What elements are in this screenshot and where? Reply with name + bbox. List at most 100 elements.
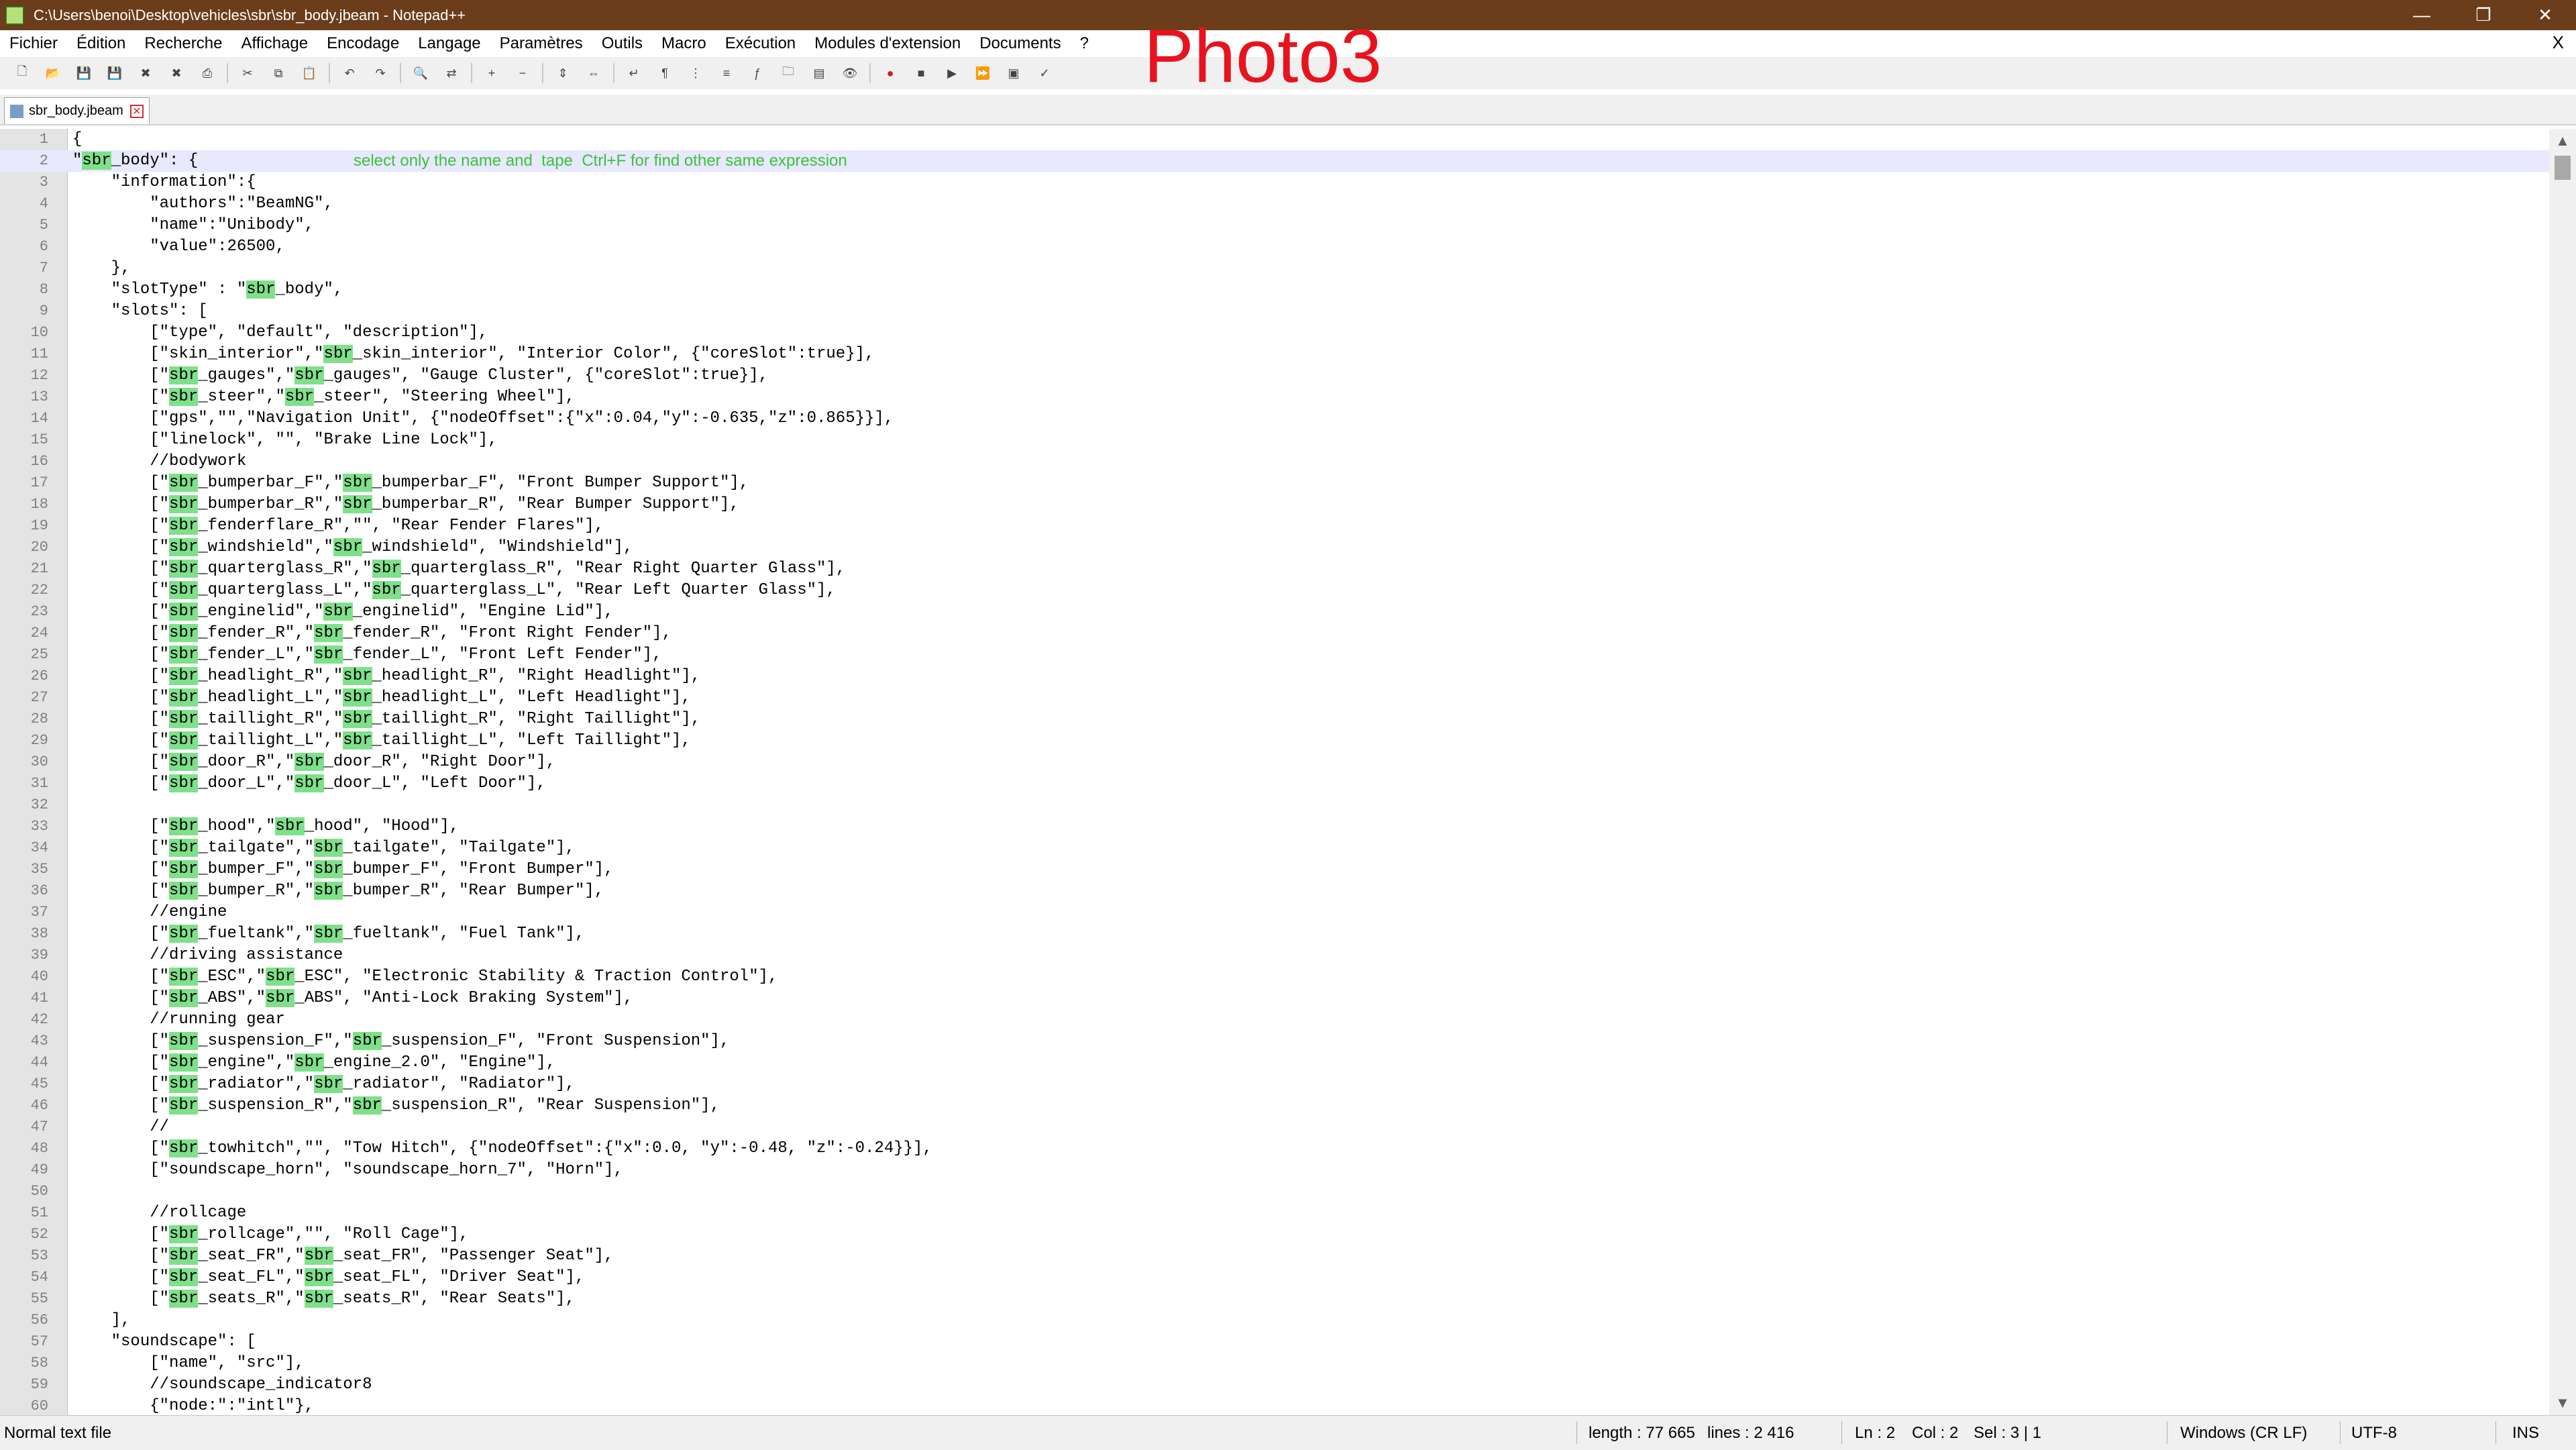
print-icon[interactable]: ⎙ [197,63,217,83]
code-line[interactable]: 54 ["sbr_seat_FL","sbr_seat_FL", "Driver… [0,1267,2549,1288]
code-line[interactable]: 21 ["sbr_quarterglass_R","sbr_quartergla… [0,558,2549,580]
save-all-icon[interactable]: 💾 [105,63,125,83]
record-macro-icon[interactable]: ● [880,63,900,83]
code-line[interactable]: 56 ], [0,1310,2549,1331]
code-line[interactable]: 13 ["sbr_steer","sbr_steer", "Steering W… [0,386,2549,408]
code-line[interactable]: 2 "sbr_body": {select only the name and t… [0,150,2549,172]
code-line[interactable]: 53 ["sbr_seat_FR","sbr_seat_FR", "Passen… [0,1245,2549,1267]
show-all-chars-icon[interactable]: ¶ [655,63,675,83]
code-line[interactable]: 33 ["sbr_hood","sbr_hood", "Hood"], [0,816,2549,837]
code-line[interactable]: 11 ["skin_interior","sbr_skin_interior",… [0,344,2549,365]
code-line[interactable]: 18 ["sbr_bumperbar_R","sbr_bumperbar_R",… [0,494,2549,515]
restore-button[interactable]: ❐ [2453,0,2514,30]
close-all-icon[interactable]: ✖ [166,63,186,83]
code-line[interactable]: 29 ["sbr_taillight_L","sbr_taillight_L",… [0,730,2549,752]
code-line[interactable]: 58 ["name", "src"], [0,1353,2549,1374]
scroll-up-arrow-icon[interactable]: ▲ [2549,129,2576,153]
code-line[interactable]: 5 "name":"Unibody", [0,215,2549,236]
language-icon[interactable]: ≡ [716,63,737,83]
code-line[interactable]: 48 ["sbr_towhitch","", "Tow Hitch", {"no… [0,1138,2549,1159]
code-line[interactable]: 23 ["sbr_enginelid","sbr_enginelid", "En… [0,601,2549,623]
code-line[interactable]: 44 ["sbr_engine","sbr_engine_2.0", "Engi… [0,1052,2549,1074]
menu-item-6[interactable]: Paramètres [490,34,592,53]
code-line[interactable]: 28 ["sbr_taillight_R","sbr_taillight_R",… [0,709,2549,730]
notepadpp-app-icon[interactable] [5,5,24,25]
menu-item-10[interactable]: Modules d'extension [805,34,970,53]
run-macro-multiple-icon[interactable]: ⏩ [973,63,993,83]
code-line[interactable]: 12 ["sbr_gauges","sbr_gauges", "Gauge Cl… [0,365,2549,386]
code-line[interactable]: 6 "value":26500, [0,236,2549,258]
paste-icon[interactable]: 📋 [299,63,319,83]
code-line[interactable]: 46 ["sbr_suspension_R","sbr_suspension_R… [0,1095,2549,1117]
code-line[interactable]: 4 "authors":"BeamNG", [0,193,2549,215]
menu-item-7[interactable]: Outils [592,34,652,53]
tab-close-icon[interactable]: ✕ [129,104,144,118]
code-line[interactable]: 57 "soundscape": [ [0,1331,2549,1353]
code-line[interactable]: 39 //driving assistance [0,945,2549,966]
save-macro-icon[interactable]: ▣ [1004,63,1024,83]
menu-item-3[interactable]: Affichage [231,34,317,53]
close-document-button[interactable]: X [2553,32,2564,53]
menu-item-8[interactable]: Macro [652,34,716,53]
copy-icon[interactable]: ⧉ [268,63,288,83]
status-eol[interactable]: Windows (CR LF) [2180,1424,2307,1443]
open-icon[interactable]: 📂 [43,63,63,83]
word-wrap-icon[interactable]: ↵ [624,63,644,83]
sync-horizontal-icon[interactable]: ⇔ [584,63,604,83]
code-line[interactable]: 14 ["gps","","Navigation Unit", {"nodeOf… [0,408,2549,429]
code-line[interactable]: 15 ["linelock", "", "Brake Line Lock"], [0,429,2549,451]
zoom-out-icon[interactable]: − [513,63,533,83]
spellcheck-icon[interactable]: ✓ [1034,63,1055,83]
code-line[interactable]: 9 "slots": [ [0,301,2549,322]
code-editor[interactable]: 1{2 "sbr_body": {select only the name and… [0,129,2549,1415]
code-line[interactable]: 37 //engine [0,902,2549,923]
new-icon[interactable]: 🗋 [12,63,32,83]
scroll-thumb[interactable] [2555,156,2571,180]
play-macro-icon[interactable]: ▶ [942,63,962,83]
code-line[interactable]: 16 //bodywork [0,451,2549,472]
find-icon[interactable]: 🔍 [411,63,431,83]
menu-item-0[interactable]: Fichier [0,34,67,53]
code-line[interactable]: 22 ["sbr_quarterglass_L","sbr_quartergla… [0,580,2549,601]
save-icon[interactable]: 💾 [74,63,94,83]
code-line[interactable]: 17 ["sbr_bumperbar_F","sbr_bumperbar_F",… [0,472,2549,494]
code-line[interactable]: 50 [0,1181,2549,1202]
code-line[interactable]: 49 ["soundscape_horn", "soundscape_horn_… [0,1159,2549,1181]
code-line[interactable]: 51 //rollcage [0,1202,2549,1224]
code-line[interactable]: 36 ["sbr_bumper_R","sbr_bumper_R", "Rear… [0,880,2549,902]
indent-guide-icon[interactable]: ⋮ [686,63,706,83]
scroll-down-arrow-icon[interactable]: ▼ [2549,1391,2576,1415]
code-line[interactable]: 59 //soundscape_indicator8 [0,1374,2549,1396]
code-line[interactable]: 1{ [0,129,2549,150]
close-icon[interactable]: ✖ [136,63,156,83]
code-line[interactable]: 42 //running gear [0,1009,2549,1031]
code-line[interactable]: 38 ["sbr_fueltank","sbr_fueltank", "Fuel… [0,923,2549,945]
menu-item-11[interactable]: Documents [970,34,1070,53]
code-line[interactable]: 3 "information":{ [0,172,2549,193]
code-line[interactable]: 30 ["sbr_door_R","sbr_door_R", "Right Do… [0,752,2549,773]
doc-map-icon[interactable]: ▤ [809,63,829,83]
vertical-scrollbar[interactable]: ▲ ▼ [2549,129,2576,1415]
code-line[interactable]: 40 ["sbr_ESC","sbr_ESC", "Electronic Sta… [0,966,2549,988]
code-line[interactable]: 26 ["sbr_headlight_R","sbr_headlight_R",… [0,666,2549,687]
tab-sbr-body-jbeam[interactable]: sbr_body.jbeam ✕ [4,97,150,124]
redo-icon[interactable]: ↷ [370,63,390,83]
menu-item-5[interactable]: Langage [409,34,490,53]
code-line[interactable]: 8 "slotType" : "sbr_body", [0,279,2549,301]
code-line[interactable]: 19 ["sbr_fenderflare_R","", "Rear Fender… [0,515,2549,537]
status-insert-mode[interactable]: INS [2512,1424,2539,1443]
folder-workspace-icon[interactable]: 🗀 [778,63,798,83]
code-line[interactable]: 43 ["sbr_suspension_F","sbr_suspension_F… [0,1031,2549,1052]
code-line[interactable]: 20 ["sbr_windshield","sbr_windshield", "… [0,537,2549,558]
menu-item-2[interactable]: Recherche [135,34,231,53]
code-line[interactable]: 35 ["sbr_bumper_F","sbr_bumper_F", "Fron… [0,859,2549,880]
code-line[interactable]: 34 ["sbr_tailgate","sbr_tailgate", "Tail… [0,837,2549,859]
status-encoding[interactable]: UTF-8 [2351,1424,2397,1443]
code-line[interactable]: 55 ["sbr_seats_R","sbr_seats_R", "Rear S… [0,1288,2549,1310]
stop-macro-icon[interactable]: ■ [911,63,931,83]
code-line[interactable]: 24 ["sbr_fender_R","sbr_fender_R", "Fron… [0,623,2549,644]
sync-vertical-icon[interactable]: ⇕ [553,63,573,83]
menu-item-12[interactable]: ? [1071,34,1098,53]
code-line[interactable]: 41 ["sbr_ABS","sbr_ABS", "Anti-Lock Brak… [0,988,2549,1009]
code-line[interactable]: 10 ["type", "default", "description"], [0,322,2549,344]
